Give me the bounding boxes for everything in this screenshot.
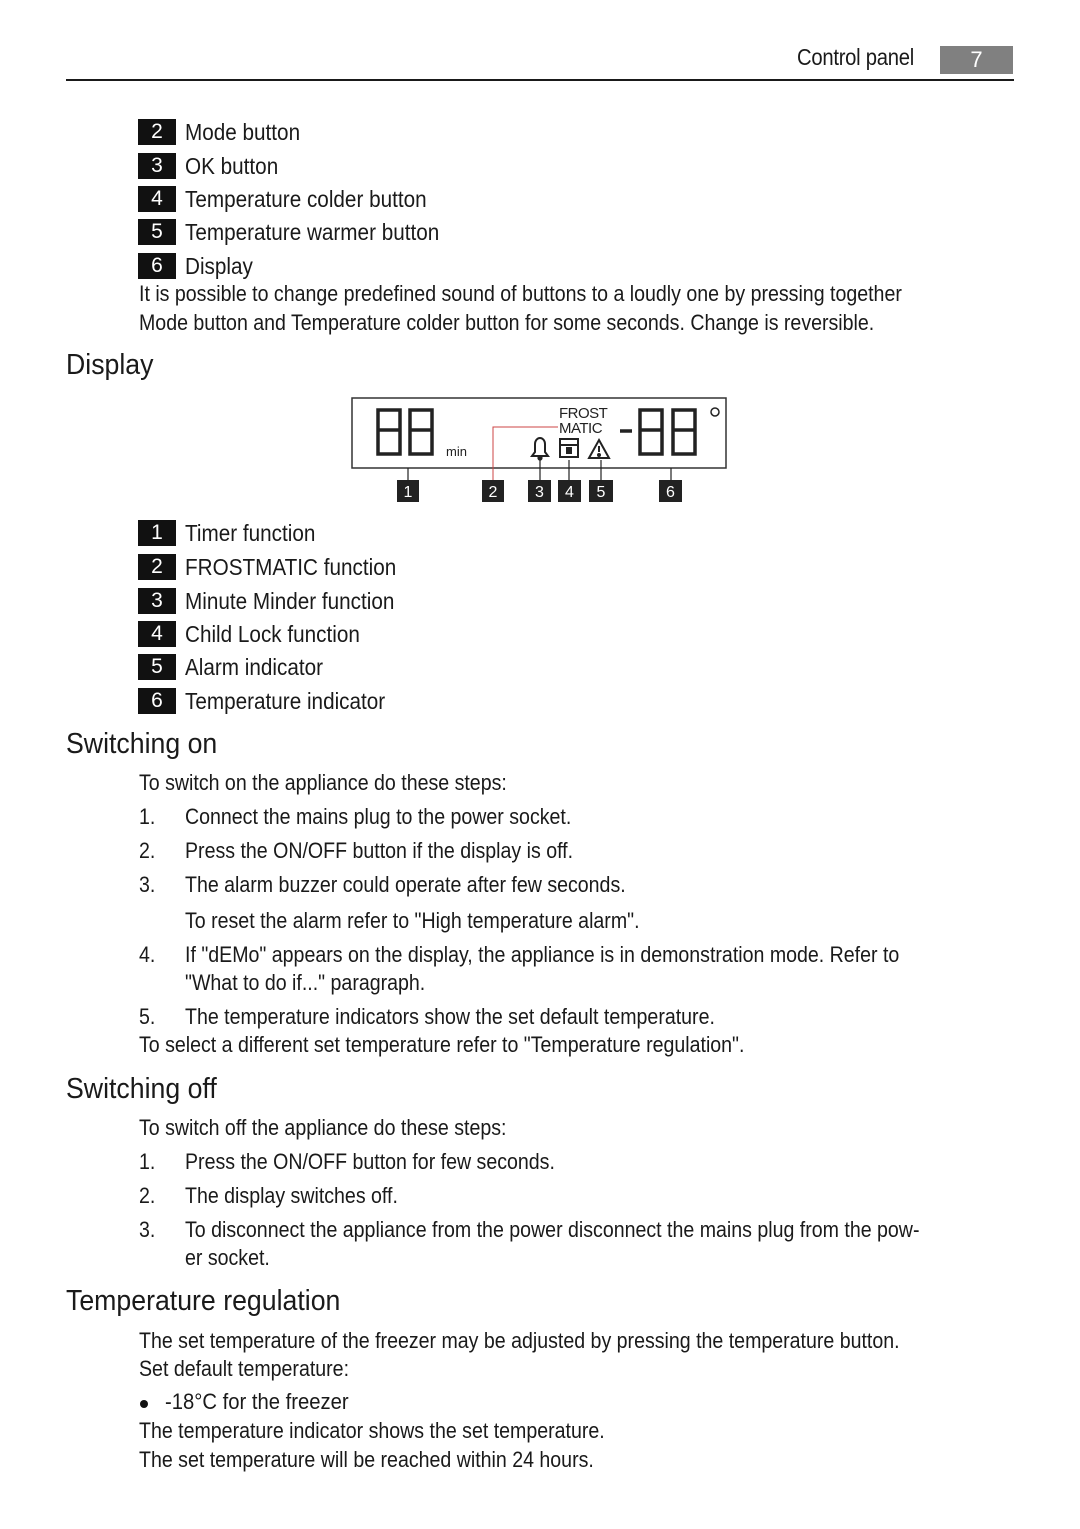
item-number: 2 xyxy=(138,554,176,580)
item-number: 4 xyxy=(138,186,176,212)
step-text: To reset the alarm refer to "High temper… xyxy=(185,908,640,933)
step-text: To disconnect the appliance from the pow… xyxy=(185,1217,920,1242)
item-number: 6 xyxy=(138,688,176,714)
callout-1: 1 xyxy=(397,480,419,502)
item-label: FROSTMATIC function xyxy=(185,553,397,580)
section-heading-switching-off: Switching off xyxy=(66,1073,217,1105)
switching-on-outro: To select a different set temperature re… xyxy=(139,1032,745,1057)
svg-text:1: 1 xyxy=(404,484,413,501)
svg-text:3: 3 xyxy=(535,484,544,501)
temp-reg-paragraph: The temperature indicator shows the set … xyxy=(139,1418,605,1443)
list-item: 3 Minute Minder function xyxy=(138,587,418,615)
item-label: Alarm indicator xyxy=(185,653,324,680)
list-item: 6 Display xyxy=(138,252,260,280)
degree-symbol xyxy=(710,407,720,417)
temp-reg-paragraph: The set temperature of the freezer may b… xyxy=(139,1328,900,1353)
bullet-text: -18°C for the freezer xyxy=(165,1389,349,1414)
child-lock-icon xyxy=(559,438,579,458)
item-number: 2 xyxy=(138,119,176,145)
frostmatic-label-bottom: MATIC xyxy=(559,420,603,437)
list-item: 5 Alarm indicator xyxy=(138,653,338,681)
page-number: 7 xyxy=(940,46,1013,74)
list-item: 1 Timer function xyxy=(138,519,330,547)
step-number: 3. xyxy=(139,872,156,897)
step-number: 2. xyxy=(139,838,156,863)
item-label: Minute Minder function xyxy=(185,587,395,614)
timer-unit: min xyxy=(446,444,467,459)
section-heading-temperature-regulation: Temperature regulation xyxy=(66,1285,341,1317)
item-label: Display xyxy=(185,252,253,279)
temp-reg-paragraph: Set default temperature: xyxy=(139,1356,350,1381)
sound-note-line: Mode button and Temperature colder butto… xyxy=(139,310,875,335)
temperature-digits xyxy=(620,408,697,456)
section-title: Control panel xyxy=(797,44,914,70)
callout-2: 2 xyxy=(482,480,504,502)
display-diagram: min FROST MATIC 1 2 3 4 5 6 xyxy=(351,397,727,502)
step-text: Connect the mains plug to the power sock… xyxy=(185,804,572,829)
step-number: 3. xyxy=(139,1217,156,1242)
item-number: 4 xyxy=(138,621,176,647)
item-number: 1 xyxy=(138,520,176,546)
item-label: Temperature indicator xyxy=(185,687,386,714)
item-label: Temperature colder button xyxy=(185,185,427,212)
sound-note-line: It is possible to change predefined soun… xyxy=(139,281,902,306)
step-text: If "dEMo" appears on the display, the ap… xyxy=(185,942,900,967)
list-item: 6 Temperature indicator xyxy=(138,687,407,715)
list-item: 4 Temperature colder button xyxy=(138,185,454,213)
switching-on-intro: To switch on the appliance do these step… xyxy=(139,770,507,795)
list-item: 2 Mode button xyxy=(138,118,313,146)
step-number: 4. xyxy=(139,942,156,967)
svg-text:4: 4 xyxy=(565,484,574,501)
step-number: 2. xyxy=(139,1183,156,1208)
item-number: 6 xyxy=(138,253,176,279)
list-item: 2 FROSTMATIC function xyxy=(138,553,420,581)
callout-6: 6 xyxy=(659,480,682,502)
svg-text:6: 6 xyxy=(666,484,675,501)
item-number: 5 xyxy=(138,654,176,680)
svg-text:5: 5 xyxy=(597,484,606,501)
switching-off-intro: To switch off the appliance do these ste… xyxy=(139,1115,507,1140)
step-number: 1. xyxy=(139,1149,156,1174)
step-text: Press the ON/OFF button for few seconds. xyxy=(185,1149,555,1174)
bell-icon xyxy=(530,437,550,461)
list-item: 3 OK button xyxy=(138,152,289,180)
item-label: Child Lock function xyxy=(185,620,360,647)
step-number: 5. xyxy=(139,1004,156,1029)
callout-5: 5 xyxy=(589,480,613,502)
section-heading-switching-on: Switching on xyxy=(66,728,218,760)
step-text: The temperature indicators show the set … xyxy=(185,1004,715,1029)
callout-4: 4 xyxy=(558,480,581,502)
alarm-warning-icon xyxy=(587,437,611,459)
list-item: 4 Child Lock function xyxy=(138,620,379,648)
svg-text:2: 2 xyxy=(489,484,498,501)
header-divider xyxy=(66,79,1014,81)
list-item: 5 Temperature warmer button xyxy=(138,218,468,246)
item-number: 5 xyxy=(138,219,176,245)
item-number: 3 xyxy=(138,153,176,179)
step-text: er socket. xyxy=(185,1245,270,1270)
step-number: 1. xyxy=(139,804,156,829)
section-heading-display: Display xyxy=(66,349,154,381)
item-label: Temperature warmer button xyxy=(185,218,440,245)
bullet-dot xyxy=(140,1400,148,1408)
step-text: The alarm buzzer could operate after few… xyxy=(185,872,626,897)
item-label: Timer function xyxy=(185,519,316,546)
timer-digits xyxy=(376,408,434,456)
step-text: Press the ON/OFF button if the display i… xyxy=(185,838,574,863)
callout-3: 3 xyxy=(528,480,551,502)
step-text: The display switches off. xyxy=(185,1183,398,1208)
step-text: "What to do if..." paragraph. xyxy=(185,970,426,995)
item-label: OK button xyxy=(185,152,279,179)
item-number: 3 xyxy=(138,588,176,614)
frostmatic-leader-line xyxy=(492,426,558,482)
temp-reg-paragraph: The set temperature will be reached with… xyxy=(139,1447,594,1472)
item-label: Mode button xyxy=(185,118,301,145)
